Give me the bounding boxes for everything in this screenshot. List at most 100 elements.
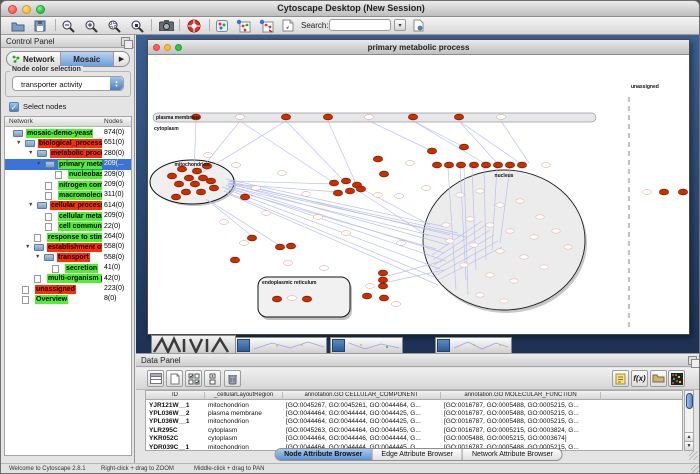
open-icon[interactable] xyxy=(9,18,27,33)
network-node-white[interactable] xyxy=(486,273,494,277)
network-node-white[interactable] xyxy=(365,284,374,289)
network-node-red[interactable] xyxy=(181,189,190,195)
network-node-white[interactable] xyxy=(341,231,350,236)
network-node-red[interactable] xyxy=(379,171,388,177)
network-node-red[interactable] xyxy=(517,162,526,168)
tab-edge-attribute-browser[interactable]: Edge Attribute Browser xyxy=(372,449,463,460)
scroll-down-icon[interactable]: ▼ xyxy=(685,441,693,450)
search-input[interactable] xyxy=(329,19,391,31)
network-node-white[interactable] xyxy=(394,194,403,199)
float-panel-icon[interactable] xyxy=(121,37,130,46)
network-edge[interactable] xyxy=(501,121,529,163)
attribute-list-icon[interactable] xyxy=(204,370,221,387)
network-node-white[interactable] xyxy=(219,220,228,225)
network-node-white[interactable] xyxy=(552,229,560,233)
network-node-white[interactable] xyxy=(373,193,382,198)
tree-expander-icon[interactable]: ▼ xyxy=(28,150,33,156)
tree-row[interactable]: unassigned223(0) xyxy=(5,284,131,294)
network-node-white[interactable] xyxy=(540,265,548,269)
new-attribute-icon[interactable] xyxy=(166,370,183,387)
minimized-window-3[interactable] xyxy=(435,337,512,354)
network-edge[interactable] xyxy=(226,189,440,269)
destroy-network-icon[interactable] xyxy=(257,18,275,33)
network-node-red[interactable] xyxy=(329,180,338,186)
network-node-red[interactable] xyxy=(356,186,365,192)
network-edge[interactable] xyxy=(459,121,497,163)
network-node-red[interactable] xyxy=(456,162,465,168)
tree-row[interactable]: ▼transport558(0) xyxy=(5,253,131,263)
report-icon[interactable] xyxy=(279,18,297,33)
network-node-red[interactable] xyxy=(196,189,205,195)
tree-row[interactable]: ▼cellular process614(0) xyxy=(5,201,131,211)
network-edge[interactable] xyxy=(459,121,520,163)
tree-row[interactable]: cell communicat22(0) xyxy=(5,222,131,232)
network-node-white[interactable] xyxy=(510,279,518,283)
network-node-white[interactable] xyxy=(405,161,414,166)
table-row[interactable]: YPL036W__2plasma membrane[GO:0044464, GO… xyxy=(146,409,682,417)
network-node-red[interactable] xyxy=(373,156,382,162)
notes-icon[interactable] xyxy=(612,370,629,387)
network-node-red[interactable] xyxy=(174,181,183,187)
minimized-window-2[interactable] xyxy=(330,337,403,354)
network-node-red[interactable] xyxy=(481,162,490,168)
network-node-red[interactable] xyxy=(427,148,436,154)
network-edge[interactable] xyxy=(201,121,286,173)
tree-expander-icon[interactable]: ▼ xyxy=(35,254,40,260)
tree-column-nodes[interactable]: Nodes xyxy=(104,118,123,125)
network-node-red[interactable] xyxy=(362,293,371,299)
table-row[interactable]: YKR052Ccytoplasm[GO:0044464, GO:0044446,… xyxy=(146,435,682,443)
table-scrollbar[interactable]: ▲ ▼ xyxy=(684,390,694,451)
network-node-white[interactable] xyxy=(313,215,322,220)
network-node-white[interactable] xyxy=(500,299,508,303)
tab-node-attribute-browser[interactable]: Node Attribute Browser xyxy=(275,449,372,460)
network-node-white[interactable] xyxy=(536,215,544,219)
network-node-red[interactable] xyxy=(659,189,668,195)
zoom-in-icon[interactable] xyxy=(82,18,100,33)
network-node-red[interactable] xyxy=(247,235,256,241)
network-node-red[interactable] xyxy=(323,114,332,120)
network-node-white[interactable] xyxy=(203,153,212,158)
network-edge[interactable] xyxy=(286,121,346,183)
tree-row[interactable]: ▼metabolic process280(0) xyxy=(5,149,131,159)
select-nodes-checkbox[interactable]: ✓ xyxy=(9,102,19,112)
window-resize-grip[interactable] xyxy=(691,465,700,474)
network-node-white[interactable] xyxy=(442,223,450,227)
network-edge[interactable] xyxy=(224,191,434,277)
network-node-white[interactable] xyxy=(301,192,310,197)
network-node-white[interactable] xyxy=(283,261,292,266)
network-node-white[interactable] xyxy=(496,249,504,253)
network-node-white[interactable] xyxy=(231,163,240,168)
network-node-red[interactable] xyxy=(469,162,478,168)
network-node-white[interactable] xyxy=(456,193,464,197)
network-node-red[interactable] xyxy=(240,194,249,200)
network-node-white[interactable] xyxy=(496,115,505,120)
network-node-red[interactable] xyxy=(454,114,463,120)
network-node-red[interactable] xyxy=(341,178,350,184)
zoom-selected-icon[interactable] xyxy=(128,18,146,33)
panel-resize-grip[interactable] xyxy=(689,451,698,460)
tree-row[interactable]: ▼primary metabo209(... xyxy=(5,159,131,169)
select-attributes-icon[interactable] xyxy=(147,370,164,387)
attribute-matrix-icon[interactable] xyxy=(185,370,202,387)
network-node-white[interactable] xyxy=(506,229,514,233)
network-node-red[interactable] xyxy=(432,162,441,168)
network-node-red[interactable] xyxy=(206,178,215,184)
network-edge[interactable] xyxy=(413,121,484,163)
network-node-red[interactable] xyxy=(272,296,281,302)
network-node-red[interactable] xyxy=(378,270,387,276)
tree-expander-icon[interactable]: ▼ xyxy=(25,244,30,250)
network-edge[interactable] xyxy=(413,121,464,147)
network-node-white[interactable] xyxy=(466,217,474,221)
network-node-red[interactable] xyxy=(333,190,342,196)
network-node-white[interactable] xyxy=(446,239,454,243)
network-edge[interactable] xyxy=(240,121,334,183)
table-column-header[interactable]: annotation.GO CELLULAR_COMPONENT xyxy=(283,392,441,400)
network-node-red[interactable] xyxy=(167,173,176,179)
tree-row[interactable]: response to stimul264(0) xyxy=(5,232,131,242)
save-icon[interactable] xyxy=(31,18,49,33)
network-node-red[interactable] xyxy=(678,189,687,195)
table-column-header[interactable]: ID xyxy=(146,392,205,400)
tree-row[interactable]: macromolecule311(0) xyxy=(5,190,131,200)
network-node-red[interactable] xyxy=(302,296,311,302)
network-node-white[interactable] xyxy=(287,296,296,301)
